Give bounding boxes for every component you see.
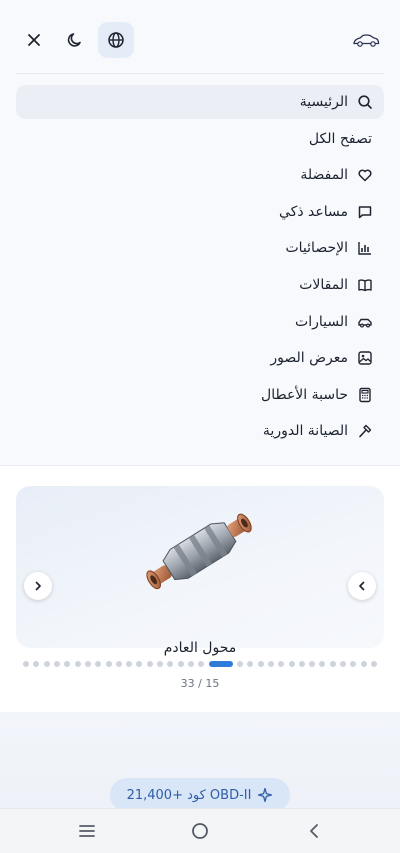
pagination-dot[interactable] (84, 661, 91, 667)
menu-lines-icon (79, 825, 95, 837)
pagination-dot[interactable] (236, 661, 243, 667)
pagination-dot[interactable] (95, 661, 102, 667)
menu-item-label: السيارات (295, 313, 348, 330)
carousel-next-button[interactable] (348, 572, 376, 600)
menu-item-label: المقالات (299, 276, 348, 293)
pagination-dot[interactable] (198, 661, 205, 667)
home-circle-icon (192, 823, 208, 839)
pagination-dot[interactable] (64, 661, 71, 667)
pagination-dot[interactable] (288, 661, 295, 667)
pagination-dot[interactable] (53, 661, 60, 667)
pagination-dot[interactable] (267, 661, 274, 667)
menu-item-favorites[interactable]: المفضلة (16, 158, 384, 192)
search-icon (356, 93, 374, 111)
hammer-icon (356, 422, 374, 440)
menu-item-gallery[interactable]: معرض الصور (16, 341, 384, 375)
pagination-dot[interactable] (136, 661, 143, 667)
catalytic-converter-image (146, 513, 252, 590)
carousel-prev-button[interactable] (24, 572, 52, 600)
car-logo-icon[interactable] (352, 30, 380, 50)
pagination-dot[interactable] (360, 661, 367, 667)
moon-icon (67, 33, 81, 47)
menu-item-label: مساعد ذكي (279, 203, 348, 220)
theme-toggle-button[interactable] (57, 22, 93, 58)
pagination-dot[interactable] (309, 661, 316, 667)
menu-item-home[interactable]: الرئيسية (16, 85, 384, 119)
pagination-dot[interactable] (319, 661, 326, 667)
pagination-dot[interactable] (23, 661, 29, 667)
recents-button[interactable] (75, 819, 99, 843)
lower-section: OBD-II كود +21,400 (0, 712, 400, 812)
book-icon (356, 276, 374, 294)
pagination-dot[interactable] (247, 661, 254, 667)
close-icon (28, 34, 40, 46)
menu-item-label: الصيانة الدورية (262, 423, 348, 440)
menu-item-label: الإحصائيات (285, 240, 348, 257)
menu-item-label: الرئيسية (299, 94, 348, 110)
menu-item-cars[interactable]: السيارات (16, 305, 384, 339)
pagination-dot[interactable] (340, 661, 347, 667)
pagination-dot[interactable] (33, 661, 40, 667)
menu-item-fault-calculator[interactable]: حاسبة الأعطال (16, 378, 384, 412)
calculator-icon (356, 386, 374, 404)
menu-item-maintenance[interactable]: الصيانة الدورية (16, 414, 384, 448)
pagination-dot[interactable] (115, 661, 122, 667)
pagination-dot[interactable] (257, 661, 264, 667)
carousel-pagination (23, 660, 377, 668)
pagination-dot-active[interactable] (208, 661, 233, 667)
pagination-dot[interactable] (146, 661, 153, 667)
menu-item-label: المفضلة (300, 167, 348, 184)
pagination-dot[interactable] (298, 661, 305, 667)
chat-icon (356, 203, 374, 221)
badge-text: OBD-II كود +21,400 (126, 787, 252, 803)
sparkle-icon (257, 787, 273, 803)
menu-item-statistics[interactable]: الإحصائيات (16, 231, 384, 265)
pagination-dot[interactable] (278, 661, 285, 667)
carousel-counter: 33 / 15 (180, 677, 220, 690)
pagination-dot[interactable] (350, 661, 357, 667)
pagination-dot[interactable] (74, 661, 81, 667)
pagination-dot[interactable] (167, 661, 174, 667)
chevron-right-icon (35, 581, 41, 591)
side-menu: الرئيسية تصفح الكل المفضلة مساعد ذكي الإ… (16, 85, 384, 451)
obd-codes-badge[interactable]: OBD-II كود +21,400 (110, 778, 290, 812)
top-bar (0, 0, 400, 74)
menu-item-browse-all[interactable]: تصفح الكل (16, 122, 384, 156)
menu-item-label: تصفح الكل (308, 130, 372, 147)
carousel-card[interactable]: محول العادم (16, 486, 384, 656)
menu-item-articles[interactable]: المقالات (16, 268, 384, 302)
chevron-left-icon (359, 581, 365, 591)
close-button[interactable] (16, 22, 52, 58)
image-icon (356, 349, 374, 367)
pagination-dot[interactable] (177, 661, 184, 667)
home-button[interactable] (188, 819, 212, 843)
globe-icon (108, 32, 124, 48)
featured-carousel: محول العادم 33 / 15 (0, 466, 400, 712)
pagination-dot[interactable] (43, 661, 50, 667)
pagination-dot[interactable] (329, 661, 336, 667)
pagination-dot[interactable] (105, 661, 112, 667)
pagination-dot[interactable] (188, 661, 194, 667)
header-divider (16, 73, 384, 74)
pagination-dot[interactable] (371, 661, 377, 667)
bar-chart-icon (356, 239, 374, 257)
back-button[interactable] (302, 819, 326, 843)
pagination-dot[interactable] (126, 661, 133, 667)
menu-item-label: معرض الصور (270, 350, 348, 367)
heart-icon (356, 166, 374, 184)
pagination-dot[interactable] (157, 661, 164, 667)
menu-item-label: حاسبة الأعطال (261, 386, 348, 403)
car-icon (356, 313, 374, 331)
system-navigation-bar (0, 808, 400, 853)
carousel-title: محول العادم (163, 640, 237, 656)
menu-item-ai-assistant[interactable]: مساعد ذكي (16, 195, 384, 229)
language-button[interactable] (98, 22, 134, 58)
back-chevron-icon (310, 824, 318, 838)
